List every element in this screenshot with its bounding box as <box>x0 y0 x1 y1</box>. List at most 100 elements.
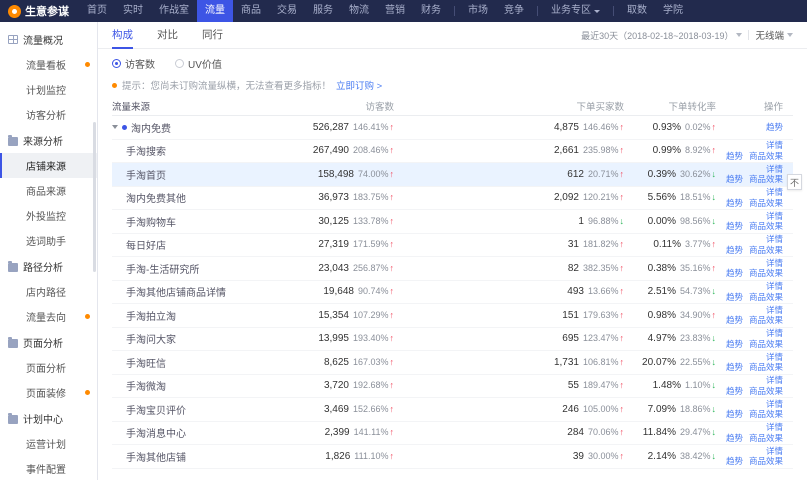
action-link[interactable]: 详情 <box>766 422 783 432</box>
nav-item[interactable]: 商品 <box>233 0 269 22</box>
action-link[interactable]: 商品效果 <box>749 198 783 208</box>
table-row[interactable]: 手淘其他店铺商品详情19,64890.74%↑49313.66%↑2.51%54… <box>112 281 793 305</box>
action-link[interactable]: 趋势 <box>726 221 743 231</box>
table-row[interactable]: 手淘微淘3,720192.68%↑55189.47%↑1.48%1.10%↓详情… <box>112 375 793 399</box>
radio-visitors[interactable]: 访客数 <box>112 56 155 71</box>
action-link[interactable]: 商品效果 <box>749 339 783 349</box>
nav-item[interactable]: 学院 <box>655 0 691 22</box>
sidebar-item[interactable]: 计划监控 <box>0 77 97 102</box>
action-link[interactable]: 详情 <box>766 281 783 291</box>
table-row[interactable]: 手淘宝贝评价3,469152.66%↑246105.00%↑7.09%18.86… <box>112 398 793 422</box>
nav-item[interactable]: 竞争 <box>496 0 532 22</box>
app-logo[interactable]: 生意参谋 <box>8 3 69 19</box>
action-link[interactable]: 详情 <box>766 305 783 315</box>
action-link[interactable]: 商品效果 <box>749 456 783 466</box>
action-link[interactable]: 商品效果 <box>749 174 783 184</box>
table-row[interactable]: 手淘拍立淘15,354107.29%↑151179.63%↑0.98%34.90… <box>112 304 793 328</box>
expand-caret-icon[interactable] <box>112 125 118 129</box>
action-link[interactable]: 商品效果 <box>749 221 783 231</box>
action-link[interactable]: 趋势 <box>726 456 743 466</box>
table-row[interactable]: 手淘-生活研究所23,043256.87%↑82382.35%↑0.38%35.… <box>112 257 793 281</box>
nav-item[interactable]: 物流 <box>341 0 377 22</box>
action-link[interactable]: 详情 <box>766 234 783 244</box>
nav-item[interactable]: 交易 <box>269 0 305 22</box>
sidebar-item[interactable]: 流量看板 <box>0 52 97 77</box>
action-link[interactable]: 商品效果 <box>749 433 783 443</box>
table-row[interactable]: 手淘搜索267,490208.46%↑2,661235.98%↑0.99%8.9… <box>112 140 793 164</box>
nav-item[interactable]: 流量 <box>197 0 233 22</box>
subscribe-link[interactable]: 立即订购 > <box>336 78 382 92</box>
nav-item[interactable]: 取数 <box>619 0 655 22</box>
action-link[interactable]: 详情 <box>766 446 783 456</box>
tab-compare[interactable]: 对比 <box>157 22 178 49</box>
action-link[interactable]: 详情 <box>766 258 783 268</box>
radio-uv-value[interactable]: UV价值 <box>175 56 222 71</box>
action-link[interactable]: 详情 <box>766 328 783 338</box>
nav-item[interactable]: 作战室 <box>151 0 197 22</box>
nav-item[interactable]: 首页 <box>79 0 115 22</box>
sidebar-item[interactable]: 外投监控 <box>0 203 97 228</box>
sidebar-group-header[interactable]: 来源分析 <box>0 127 97 153</box>
column-header-visitors[interactable]: 访客数 <box>290 99 394 113</box>
action-link[interactable]: 趋势 <box>726 433 743 443</box>
action-link[interactable]: 趋势 <box>726 315 743 325</box>
sidebar-item[interactable]: 页面分析 <box>0 355 97 380</box>
sidebar-item[interactable]: 事件配置 <box>0 456 97 480</box>
action-link[interactable]: 趋势 <box>726 292 743 302</box>
table-row[interactable]: 手淘首页158,49874.00%↑61220.71%↑0.39%30.62%↓… <box>112 163 793 187</box>
action-link[interactable]: 详情 <box>766 399 783 409</box>
sidebar-item[interactable]: 店内路径 <box>0 279 97 304</box>
action-link[interactable]: 趋势 <box>726 362 743 372</box>
table-row[interactable]: 淘内免费526,287146.41%↑4,875146.46%↑0.93%0.0… <box>112 116 793 140</box>
date-range-picker[interactable]: 最近30天（2018-02-18~2018-03-19） <box>581 29 742 42</box>
nav-item[interactable]: 财务 <box>413 0 449 22</box>
sidebar-group-header[interactable]: 页面分析 <box>0 329 97 355</box>
table-row[interactable]: 淘内免费其他36,973183.75%↑2,092120.21%↑5.56%18… <box>112 187 793 211</box>
action-link[interactable]: 趋势 <box>726 174 743 184</box>
nav-item[interactable]: 市场 <box>460 0 496 22</box>
sidebar-scrollbar[interactable] <box>93 122 96 272</box>
column-header-buyers[interactable]: 下单买家数 <box>394 99 624 113</box>
sidebar-group-header[interactable]: 流量概况 <box>0 26 97 52</box>
tab-composition[interactable]: 构成 <box>112 22 133 49</box>
action-link[interactable]: 趋势 <box>726 268 743 278</box>
sidebar-group-header[interactable]: 路径分析 <box>0 253 97 279</box>
action-link[interactable]: 商品效果 <box>749 409 783 419</box>
terminal-select[interactable]: 无线端 <box>755 28 793 42</box>
action-link[interactable]: 详情 <box>766 164 783 174</box>
nav-item[interactable]: 实时 <box>115 0 151 22</box>
action-link[interactable]: 商品效果 <box>749 386 783 396</box>
table-row[interactable]: 手淘购物车30,125133.78%↑196.88%↓0.00%98.56%↓详… <box>112 210 793 234</box>
action-link[interactable]: 趋势 <box>726 245 743 255</box>
action-link[interactable]: 商品效果 <box>749 292 783 302</box>
table-row[interactable]: 手淘消息中心2,399141.11%↑28470.06%↑11.84%29.47… <box>112 422 793 446</box>
sidebar-item[interactable]: 页面装修 <box>0 380 97 405</box>
sidebar-item[interactable]: 店铺来源 <box>0 153 97 178</box>
sidebar-group-header[interactable]: 计划中心 <box>0 405 97 431</box>
action-link[interactable]: 详情 <box>766 375 783 385</box>
sidebar-item[interactable]: 商品来源 <box>0 178 97 203</box>
action-link[interactable]: 详情 <box>766 211 783 221</box>
action-link[interactable]: 商品效果 <box>749 151 783 161</box>
action-link[interactable]: 详情 <box>766 352 783 362</box>
sidebar-item[interactable]: 选词助手 <box>0 228 97 253</box>
column-header-conversion[interactable]: 下单转化率 <box>624 99 716 113</box>
action-link[interactable]: 商品效果 <box>749 315 783 325</box>
table-row[interactable]: 手淘其他店铺1,826111.10%↑3930.00%↑2.14%38.42%↓… <box>112 445 793 469</box>
sidebar-item[interactable]: 运营计划 <box>0 431 97 456</box>
action-link[interactable]: 详情 <box>766 187 783 197</box>
nav-item[interactable]: 营销 <box>377 0 413 22</box>
action-link[interactable]: 趋势 <box>726 151 743 161</box>
action-link[interactable]: 趋势 <box>726 339 743 349</box>
floating-panel-button[interactable]: 不 <box>787 174 802 190</box>
action-link[interactable]: 商品效果 <box>749 268 783 278</box>
table-row[interactable]: 手淘旺信8,625167.03%↑1,731106.81%↑20.07%22.5… <box>112 351 793 375</box>
sidebar-item[interactable]: 访客分析 <box>0 102 97 127</box>
nav-item[interactable]: 服务 <box>305 0 341 22</box>
action-link[interactable]: 趋势 <box>766 122 783 132</box>
sidebar-item[interactable]: 流量去向 <box>0 304 97 329</box>
action-link[interactable]: 商品效果 <box>749 362 783 372</box>
nav-item[interactable]: 业务专区 <box>543 0 608 22</box>
action-link[interactable]: 详情 <box>766 140 783 150</box>
action-link[interactable]: 趋势 <box>726 409 743 419</box>
